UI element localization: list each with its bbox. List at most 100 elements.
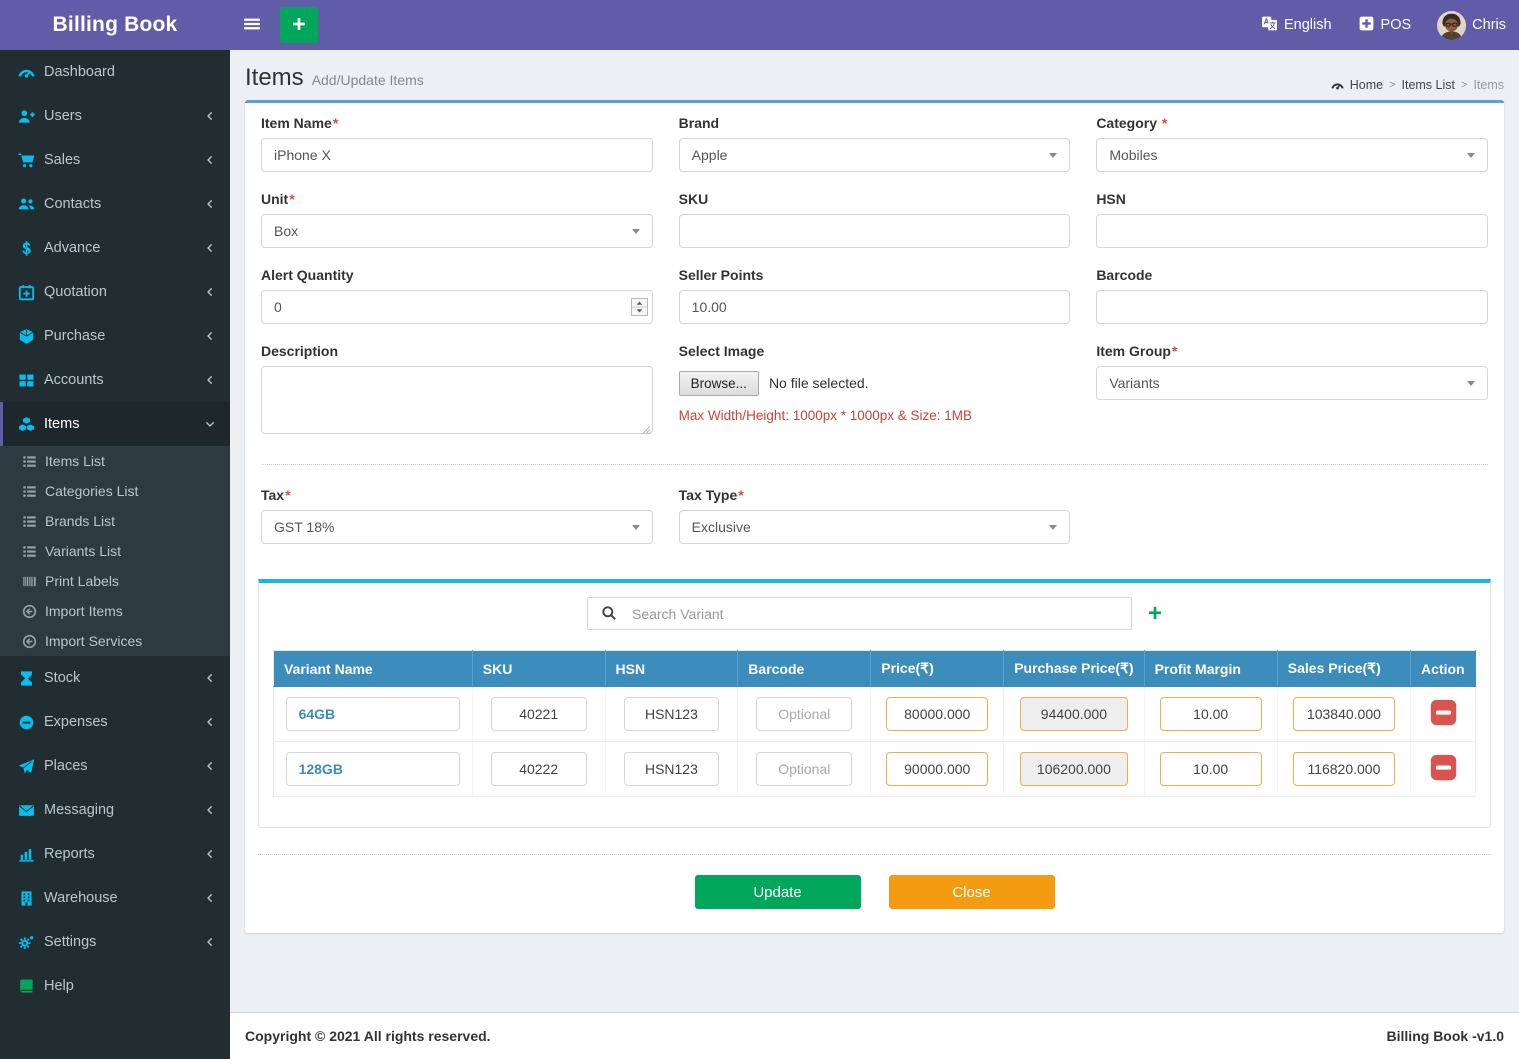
column-header-barcode: Barcode: [737, 650, 872, 687]
variant-name-input[interactable]: [285, 697, 461, 731]
pos-button[interactable]: POS: [1345, 0, 1425, 50]
submenu-item-label: Variants List: [45, 543, 121, 559]
user-menu[interactable]: Chris: [1424, 0, 1519, 50]
submenu-item-print-labels[interactable]: Print Labels: [0, 566, 230, 596]
variant-profit-margin-input[interactable]: [1159, 752, 1262, 786]
users-icon: [18, 196, 35, 213]
sidebar-item-expenses[interactable]: Expenses: [0, 700, 230, 744]
breadcrumb-items-list[interactable]: Items List: [1402, 78, 1456, 92]
chevron-left-icon: [204, 110, 216, 122]
sidebar-item-sales[interactable]: Sales: [0, 138, 230, 182]
sidebar-item-settings[interactable]: Settings: [0, 920, 230, 964]
barcode-icon: [22, 574, 37, 589]
sidebar-item-label: Expenses: [44, 714, 108, 730]
brand-logo[interactable]: Billing Book: [0, 0, 230, 50]
close-button[interactable]: Close: [888, 875, 1055, 909]
variant-profit-margin-input[interactable]: [1159, 697, 1262, 731]
chevron-left-icon: [204, 716, 216, 728]
breadcrumb-home[interactable]: Home: [1350, 78, 1383, 92]
variant-name-input[interactable]: [285, 752, 461, 786]
sidebar-item-warehouse[interactable]: Warehouse: [0, 876, 230, 920]
sidebar-item-quotation[interactable]: Quotation: [0, 270, 230, 314]
column-header-hsn: HSN: [605, 650, 739, 687]
column-header-price-: Price(₹): [870, 650, 1005, 687]
variant-sales-price-input[interactable]: [1292, 752, 1396, 786]
variant-barcode-input[interactable]: [756, 752, 853, 786]
breadcrumb-items: Items: [1473, 78, 1504, 92]
description-field[interactable]: [261, 366, 653, 434]
sidebar-item-places[interactable]: Places: [0, 744, 230, 788]
seller-points-field[interactable]: [678, 290, 1071, 324]
search-variant-input[interactable]: [586, 597, 1132, 630]
footer: Copyright © 2021 All rights reserved. Bi…: [230, 1012, 1519, 1059]
sidebar-item-dashboard[interactable]: Dashboard: [0, 50, 230, 94]
variant-purchase-price-input: [1019, 752, 1129, 786]
sidebar-item-label: Contacts: [44, 196, 102, 212]
number-spinner-icon[interactable]: [630, 298, 648, 316]
sidebar-item-label: Places: [44, 758, 88, 774]
variant-barcode-input[interactable]: [756, 697, 853, 731]
add-variant-button[interactable]: +: [1148, 601, 1162, 626]
variant-sku-input[interactable]: [490, 752, 587, 786]
tax-select[interactable]: GST 18%: [261, 510, 653, 544]
submenu-item-items-list[interactable]: Items List: [0, 446, 230, 476]
tax-type-select[interactable]: Exclusive: [678, 510, 1071, 544]
sidebar-item-advance[interactable]: Advance: [0, 226, 230, 270]
brand-select[interactable]: Apple: [678, 138, 1071, 172]
barcode-field[interactable]: [1096, 290, 1488, 324]
sku-field[interactable]: [678, 214, 1071, 248]
section-divider: [261, 464, 1488, 465]
chevron-left-icon: [204, 892, 216, 904]
submenu-item-categories-list[interactable]: Categories List: [0, 476, 230, 506]
th-large-icon: [18, 372, 35, 389]
update-button[interactable]: Update: [694, 875, 861, 909]
variant-sku-input[interactable]: [490, 697, 587, 731]
sidebar-item-users[interactable]: Users: [0, 94, 230, 138]
hsn-field[interactable]: [1096, 214, 1488, 248]
sidebar-toggle-button[interactable]: [230, 0, 274, 50]
submenu-item-import-items[interactable]: Import Items: [0, 596, 230, 626]
variants-section: + Variant NameSKUHSNBarcodePrice(₹)Purch…: [258, 579, 1491, 828]
alert-quantity-field[interactable]: [261, 290, 653, 324]
browse-button[interactable]: Browse...: [678, 370, 759, 396]
sidebar-item-messaging[interactable]: Messaging: [0, 788, 230, 832]
chevron-left-icon: [204, 374, 216, 386]
submenu-item-brands-list[interactable]: Brands List: [0, 506, 230, 536]
sidebar-item-label: Items: [44, 416, 80, 432]
top-navbar: Billing Book English POS Chris: [0, 0, 1519, 50]
remove-variant-button[interactable]: [1428, 753, 1459, 782]
list-icon: [22, 454, 37, 469]
sidebar-item-label: Quotation: [44, 284, 107, 300]
sidebar-item-purchase[interactable]: Purchase: [0, 314, 230, 358]
chevron-down-icon: [1466, 381, 1475, 386]
variant-price-input[interactable]: [886, 752, 989, 786]
sidebar-item-contacts[interactable]: Contacts: [0, 182, 230, 226]
item-group-select[interactable]: Variants: [1096, 366, 1488, 400]
search-icon: [601, 605, 617, 621]
submenu-item-variants-list[interactable]: Variants List: [0, 536, 230, 566]
variant-hsn-input[interactable]: [623, 697, 720, 731]
language-menu[interactable]: English: [1248, 0, 1345, 50]
variant-purchase-price-input: [1019, 697, 1129, 731]
minus-circle-icon: [18, 714, 35, 731]
item-name-field[interactable]: [261, 138, 653, 172]
sidebar-item-stock[interactable]: Stock: [0, 656, 230, 700]
cubes-icon: [18, 416, 35, 433]
sidebar-item-reports[interactable]: Reports: [0, 832, 230, 876]
submenu-item-import-services[interactable]: Import Services: [0, 626, 230, 656]
sidebar-item-label: Warehouse: [44, 890, 118, 906]
copyright-text: Copyright © 2021 All rights reserved.: [245, 1028, 491, 1044]
quick-add-button[interactable]: [280, 7, 318, 43]
sidebar-item-accounts[interactable]: Accounts: [0, 358, 230, 402]
submenu-item-label: Brands List: [45, 513, 116, 529]
variant-price-input[interactable]: [886, 697, 989, 731]
category-select[interactable]: Mobiles: [1096, 138, 1488, 172]
remove-variant-button[interactable]: [1428, 698, 1459, 727]
minus-square-icon: [1428, 753, 1459, 782]
chevron-left-icon: [204, 198, 216, 210]
unit-select[interactable]: Box: [261, 214, 653, 248]
variant-sales-price-input[interactable]: [1292, 697, 1396, 731]
sidebar-item-help[interactable]: Help: [0, 964, 230, 1008]
variant-hsn-input[interactable]: [623, 752, 720, 786]
sidebar-item-items[interactable]: Items: [0, 402, 230, 446]
